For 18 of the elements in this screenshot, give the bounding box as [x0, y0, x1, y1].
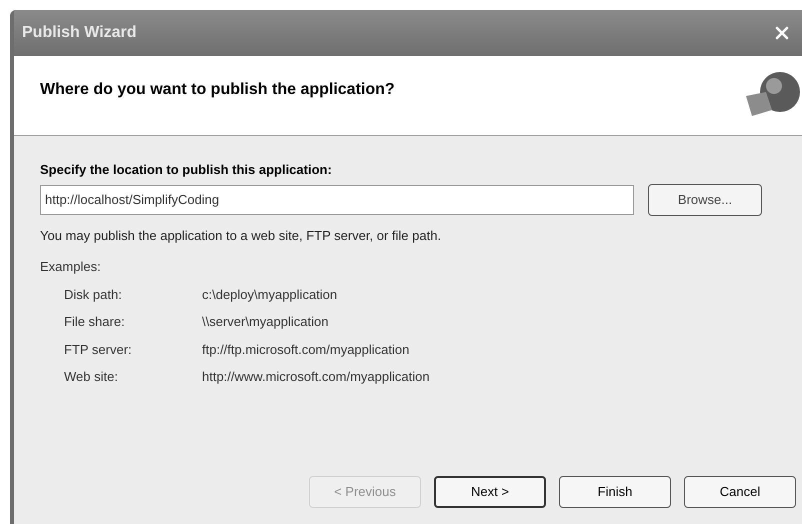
- next-button[interactable]: Next >: [434, 476, 546, 508]
- example-name: FTP server:: [64, 340, 133, 358]
- example-name: Disk path:: [64, 286, 123, 304]
- browse-button[interactable]: Browse...: [648, 184, 762, 216]
- examples-label: Examples:: [40, 258, 102, 276]
- example-path: c:\deploy\myapplication: [202, 286, 338, 304]
- hint-text: You may publish the application to a web site, FTP server, or file path.: [40, 226, 442, 245]
- example-path: \\server\myapplication: [202, 313, 330, 331]
- location-label: Specify the location to publish this application:: [40, 161, 333, 179]
- window-title: Publish Wizard: [22, 23, 137, 43]
- example-path: http://www.microsoft.com/myapplication: [202, 368, 431, 386]
- example-name: File share:: [64, 313, 126, 331]
- page-heading: Where do you want to publish the application?: [40, 80, 395, 100]
- cancel-button[interactable]: Cancel: [684, 476, 796, 508]
- finish-button[interactable]: Finish: [559, 476, 671, 508]
- example-path: ftp://ftp.microsoft.com/myapplication: [202, 340, 410, 359]
- example-name: Web site:: [64, 368, 119, 386]
- location-field[interactable]: http://localhost/SimplifyCoding: [40, 184, 634, 214]
